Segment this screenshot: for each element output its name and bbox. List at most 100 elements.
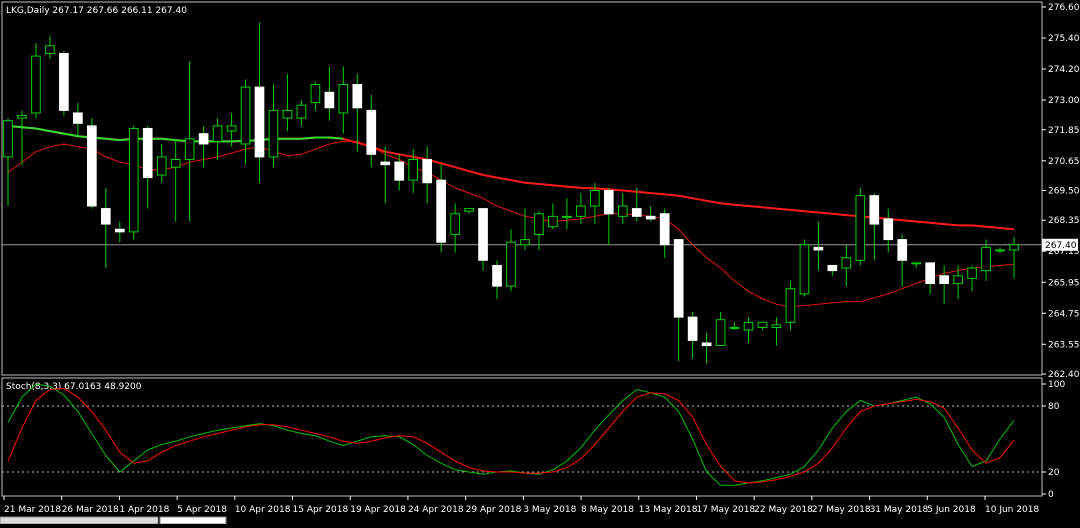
candle-up [715,319,726,347]
x-tick-label: 21 Mar 2018 [4,505,61,515]
candle-up [17,115,27,119]
price-tick-label: 271.85 [1048,126,1080,136]
candle-up [911,262,922,265]
candle-down [701,342,712,347]
stoch-tick-label: 80 [1048,402,1060,412]
x-tick-label: 27 May 2018 [812,505,871,515]
x-tick-label: 29 Apr 2018 [466,505,522,515]
price-tick-label: 262.40 [1048,370,1080,380]
candle-down [687,316,698,341]
candle-up [617,205,628,217]
price-tick-label: 274.20 [1048,65,1080,75]
candle-up [562,215,572,218]
price-tick-label: 268.35 [1048,216,1080,226]
x-tick-label: 5 Apr 2018 [177,505,227,515]
x-tick-label: 5 Jun 2018 [927,505,976,515]
candle-up [338,84,349,114]
candle-down [939,275,949,285]
candle-up [995,249,1005,252]
candle-up [590,190,600,207]
candle-up [953,275,963,285]
candle-up [534,213,544,235]
candle-down [673,239,684,318]
candle-up [464,208,474,212]
candle-down [813,246,824,251]
candle-down [869,195,880,225]
candle-up [729,326,740,329]
price-tick-label: 263.55 [1048,340,1080,350]
candle-down [478,208,488,261]
candle-up [785,288,796,323]
x-tick-label: 3 May 2018 [523,505,576,515]
candle-up [212,125,223,142]
candle-down [394,161,405,181]
candle-down [352,84,363,109]
price-tick-label: 275.40 [1048,34,1080,44]
candle-up [128,127,139,233]
price-tick-label: 270.65 [1048,157,1080,167]
candle-up [268,109,279,158]
chart-canvas[interactable]: LKG,Daily 267.17 267.66 266.11 267.40 St… [0,0,1080,525]
candle-down [436,179,446,243]
candle-up [3,120,13,158]
tab-bar-mid[interactable] [159,516,227,525]
x-tick-label: 10 Apr 2018 [235,505,291,515]
candle-down [492,264,502,287]
x-tick-label: 22 May 2018 [754,505,813,515]
candle-up [548,215,558,228]
candle-down [114,228,125,233]
price-tick-label: 273.00 [1048,96,1080,106]
stoch-tick-label: 100 [1048,380,1065,390]
candle-up [520,239,530,246]
stoch-header: Stoch(8,3,3) 67.0163 48.9200 [6,382,142,392]
candle-up [799,244,810,295]
candle-up [156,156,167,176]
x-tick-label: 13 May 2018 [639,505,698,515]
candle-up [408,158,419,181]
candle-up [576,205,586,217]
candle-up [981,246,991,272]
price-tick-label: 264.75 [1048,309,1080,319]
candle-up [506,241,516,287]
candle-up [757,321,768,328]
candle-down [254,86,265,158]
price-tick-label: 269.50 [1048,187,1080,197]
candle-up [296,104,307,119]
candle-up [240,86,251,145]
candle-down [87,125,97,207]
price-tick-label: 265.95 [1048,278,1080,288]
candle-up [1009,244,1019,251]
candle-down [659,213,670,246]
candle-down [827,264,838,272]
candle-up [967,267,977,279]
x-tick-label: 19 Apr 2018 [350,505,406,515]
candle-down [324,91,335,109]
candle-down [603,190,614,215]
candle-up [310,84,321,104]
candle-up [841,257,852,269]
candle-down [142,127,153,179]
candle-up [170,158,181,168]
candle-down [380,161,391,166]
candle-down [59,53,69,111]
price-tick-label: 276.60 [1048,3,1080,13]
tab-bar-left[interactable] [0,516,159,525]
candle-up [226,125,237,132]
candle-down [366,109,377,155]
x-tick-label: 26 Mar 2018 [62,505,119,515]
x-tick-label: 10 Jun 2018 [985,505,1039,515]
x-tick-label: 24 Apr 2018 [408,505,464,515]
candle-up [282,109,293,119]
x-tick-label: 15 Apr 2018 [293,505,349,515]
candle-up [450,213,460,235]
price-header: LKG,Daily 267.17 267.66 266.11 267.40 [6,6,187,16]
candle-down [645,215,656,220]
current-price-label: 267.40 [1045,241,1077,251]
candle-down [73,112,83,124]
chart-window[interactable]: LKG,Daily 267.17 267.66 266.11 267.40 St… [0,0,1080,525]
x-tick-label: 8 May 2018 [581,505,634,515]
candle-up [184,138,195,160]
candle-up [855,195,866,261]
candle-down [925,262,935,285]
candle-down [883,218,894,241]
